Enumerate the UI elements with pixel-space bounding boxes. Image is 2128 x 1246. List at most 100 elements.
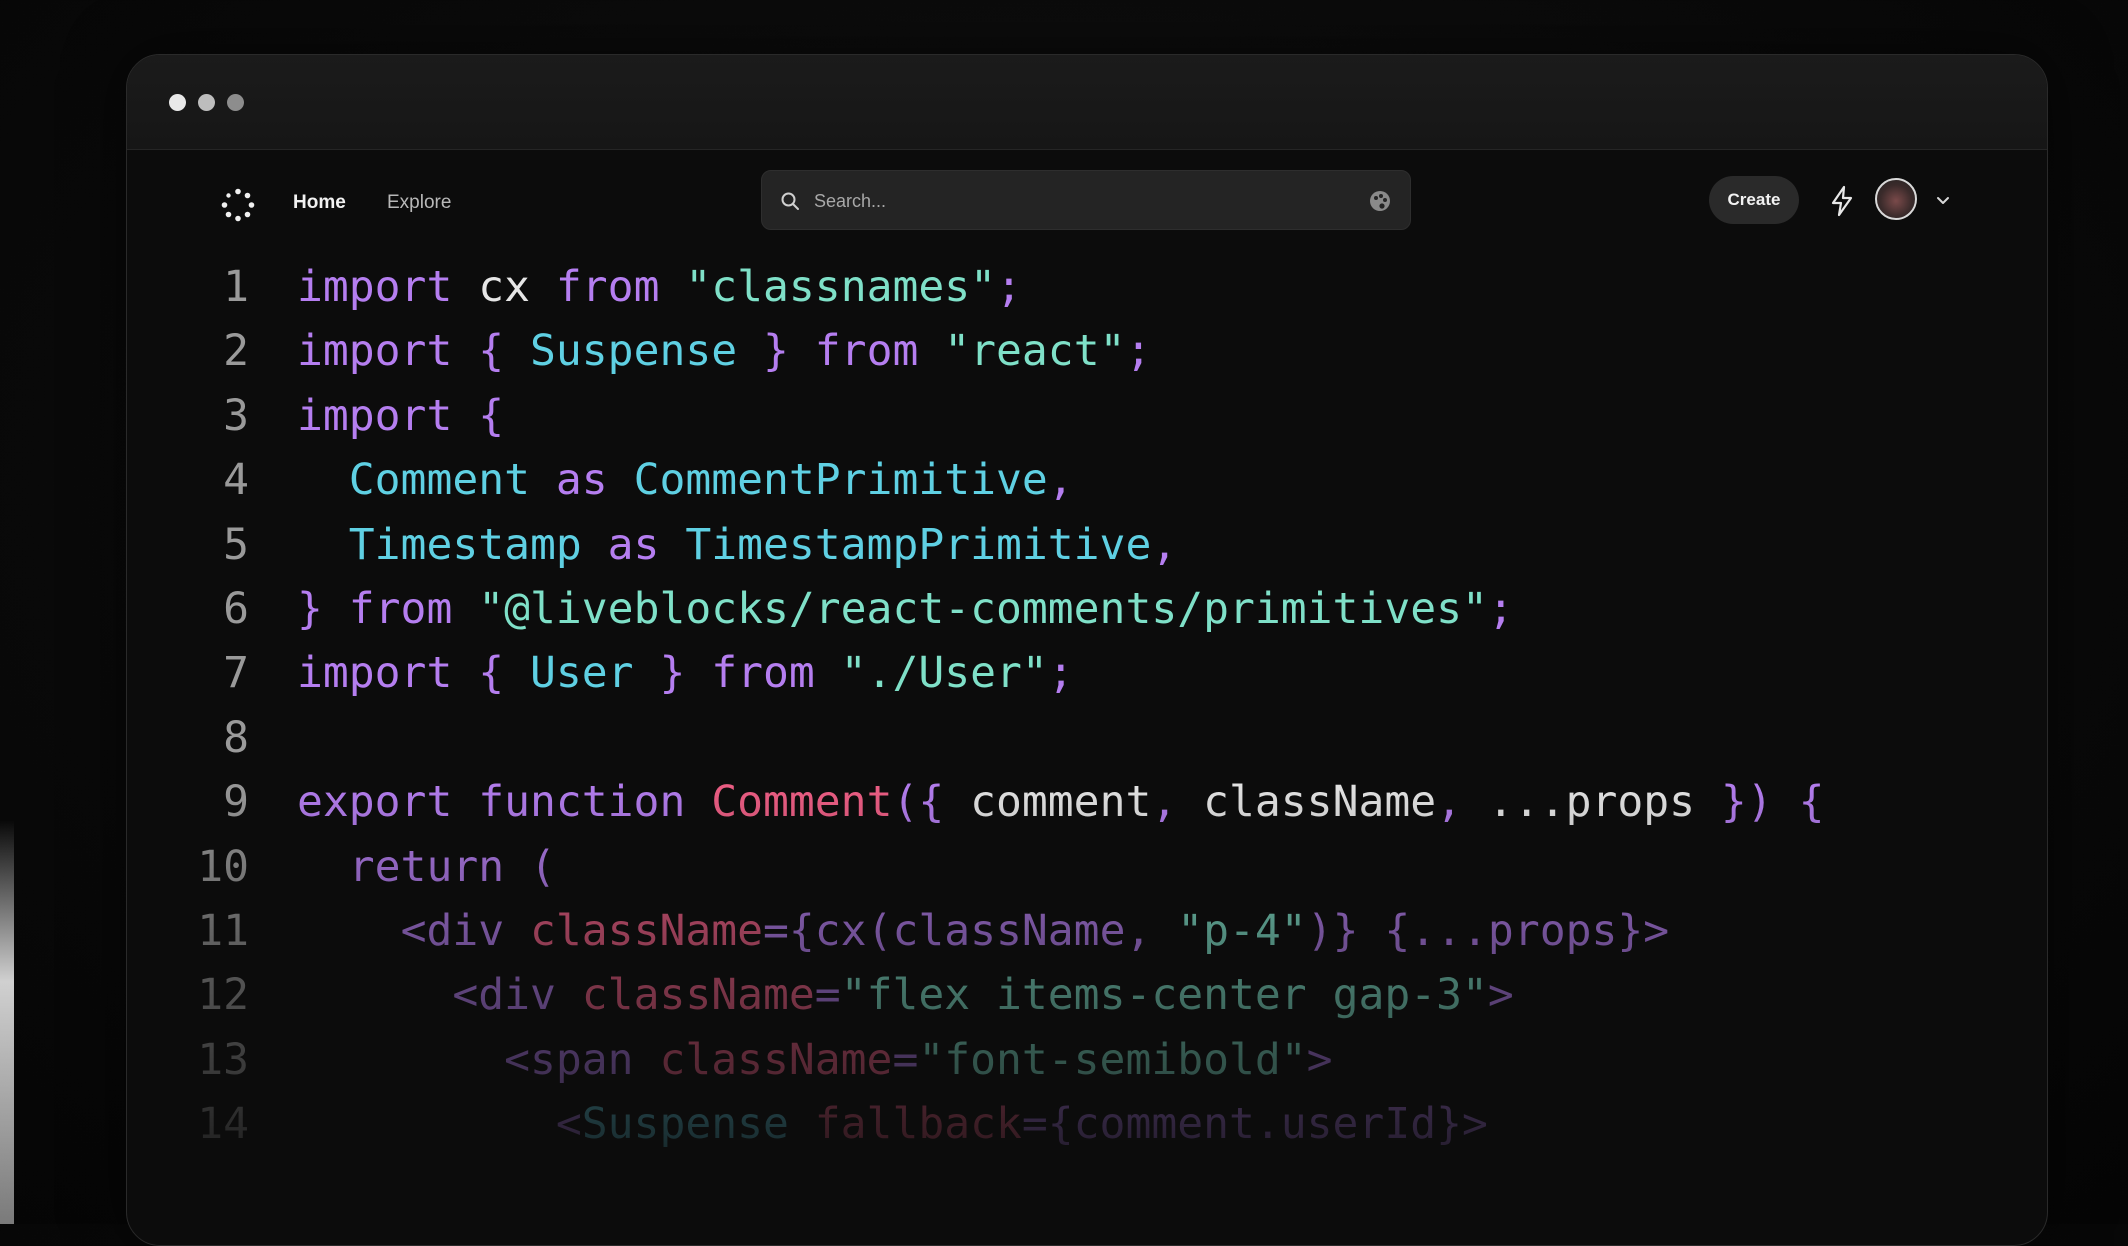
- line-number: 1: [223, 262, 249, 312]
- code-token: export: [297, 777, 453, 828]
- code-token: className: [504, 905, 764, 956]
- code-token: CommentPrimitive: [633, 455, 1048, 506]
- line-number: 4: [223, 455, 249, 506]
- code-line: 10 return (: [127, 835, 2047, 899]
- code-token: {: [452, 390, 505, 441]
- window-close-dot[interactable]: [169, 93, 186, 111]
- code-token: className: [1177, 777, 1437, 828]
- code-token: <: [555, 1099, 582, 1150]
- line-number: 6: [223, 583, 249, 634]
- line-number: 14: [197, 1099, 249, 1150]
- code-token: as: [581, 519, 686, 570]
- window-titlebar: [127, 55, 2047, 150]
- line-number: 8: [223, 712, 249, 763]
- code-token: {: [452, 326, 531, 377]
- code-token: ,: [1436, 777, 1463, 828]
- code-token: }) {: [1720, 777, 1825, 828]
- code-line: 9 export function Comment({ comment, clas…: [127, 770, 2047, 834]
- top-navbar: Home Explore Create: [127, 150, 2047, 256]
- lightning-bolt-icon[interactable]: [1827, 184, 1857, 218]
- code-token: Comment: [348, 455, 530, 506]
- code-token: =: [814, 970, 841, 1021]
- code-line: 14 <Suspense fallback={comment.userId}>: [127, 1092, 2047, 1156]
- code-token: function: [452, 777, 712, 828]
- code-token: className: [633, 1034, 893, 1085]
- code-text: import {: [297, 384, 504, 448]
- code-line: 7 import { User } from "./User";: [127, 641, 2047, 705]
- code-token: ;: [996, 262, 1022, 312]
- code-token: import: [297, 648, 453, 699]
- chevron-down-icon[interactable]: [1933, 190, 1953, 210]
- code-token: import: [297, 390, 453, 441]
- search-bar[interactable]: [761, 170, 1411, 231]
- code-text: Comment as CommentPrimitive,: [297, 448, 1074, 512]
- code-token: ={comment.userId}>: [1021, 1099, 1488, 1150]
- code-token: ,: [1125, 905, 1178, 956]
- line-number: 3: [223, 390, 249, 441]
- code-token: from: [814, 326, 919, 377]
- code-text: export function Comment({ comment, class…: [297, 770, 1824, 834]
- code-token: from: [711, 648, 815, 699]
- code-token: {: [452, 648, 531, 699]
- code-token: <div: [400, 905, 505, 956]
- nav-home-link[interactable]: Home: [293, 188, 346, 218]
- code-token: Timestamp: [348, 519, 582, 570]
- code-line: 6} from "@liveblocks/react-comments/prim…: [127, 577, 2047, 641]
- code-token: >: [1487, 970, 1514, 1021]
- code-token: Comment: [711, 777, 893, 828]
- code-line: 4 Comment as CommentPrimitive,: [127, 448, 2047, 512]
- code-token: }: [737, 326, 815, 377]
- code-token: ,: [1047, 455, 1074, 506]
- code-token: ...props: [1462, 777, 1721, 828]
- code-token: ;: [1487, 583, 1514, 634]
- line-number: 13: [197, 1034, 249, 1085]
- create-button[interactable]: Create: [1709, 176, 1799, 224]
- code-token: (: [866, 905, 893, 956]
- code-text: <span className="font-semibold">: [297, 1028, 1332, 1092]
- code-text: return (: [297, 835, 556, 899]
- code-line: 2 import { Suspense } from "react";: [127, 319, 2047, 383]
- code-token: import: [297, 326, 453, 377]
- line-number: 5: [223, 519, 249, 570]
- code-token: as: [530, 455, 634, 506]
- code-token: "flex items-center gap-3": [840, 970, 1488, 1021]
- code-token: cx: [452, 262, 556, 312]
- code-text: <div className={cx(className, "p-4")} {.…: [297, 899, 1670, 963]
- search-input[interactable]: [812, 171, 1356, 231]
- line-number: 10: [197, 841, 249, 892]
- window-maximize-dot[interactable]: [227, 93, 244, 111]
- line-number: 2: [223, 326, 249, 377]
- code-text: <div className="flex items-center gap-3"…: [297, 963, 1514, 1027]
- window-minimize-dot[interactable]: [198, 93, 215, 111]
- code-token: ;: [1047, 648, 1074, 699]
- code-token: (: [504, 841, 556, 892]
- code-text: <Suspense fallback={comment.userId}>: [297, 1092, 1488, 1156]
- nav-explore-link[interactable]: Explore: [387, 188, 451, 218]
- code-token: import: [297, 262, 453, 312]
- palette-icon[interactable]: [1368, 189, 1392, 213]
- code-token: "font-semibold": [918, 1034, 1307, 1085]
- logo-icon[interactable]: [221, 188, 255, 222]
- code-token: from: [555, 262, 660, 312]
- code-token: {...props}>: [1358, 905, 1670, 956]
- code-text: import { Suspense } from "react";: [297, 319, 1151, 383]
- code-line: 13 <span className="font-semibold">: [127, 1028, 2047, 1092]
- background-glow: [0, 820, 14, 1224]
- code-token: "@liveblocks/react-comments/primitives": [478, 583, 1488, 634]
- code-token: TimestampPrimitive: [685, 519, 1152, 570]
- code-token: =: [892, 1034, 919, 1085]
- line-number: 9: [223, 777, 249, 828]
- browser-window: Home Explore Create 1import cx from ": [126, 54, 2048, 1246]
- code-token: ({: [892, 777, 945, 828]
- user-avatar[interactable]: [1875, 178, 1917, 220]
- code-line: 1 import cx from "classnames";: [127, 255, 2047, 319]
- code-token: User: [530, 648, 634, 699]
- code-token: className: [555, 970, 815, 1021]
